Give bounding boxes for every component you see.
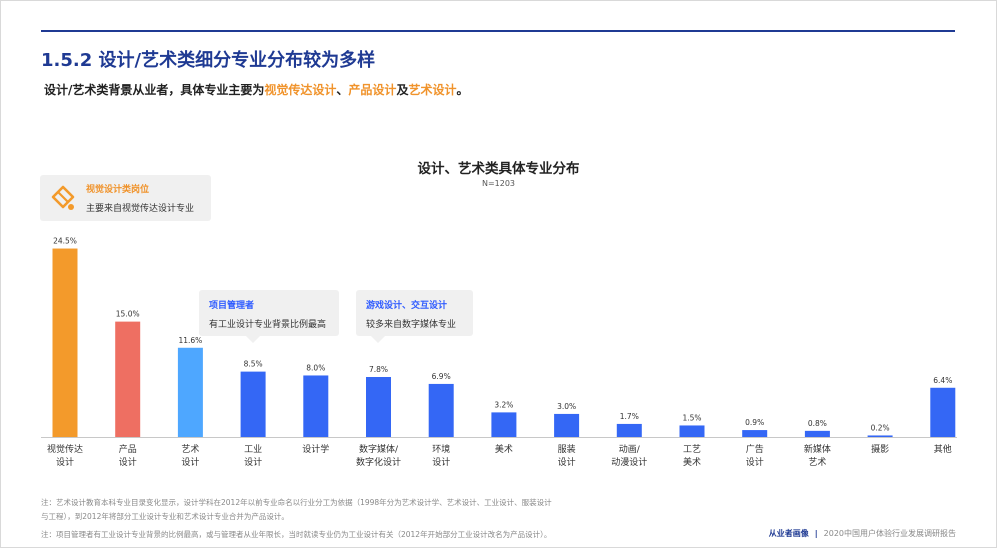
category-label: 美术 <box>495 443 513 455</box>
category-label: 环境 <box>432 443 450 455</box>
category-label: 新媒体 <box>804 443 831 455</box>
callout-text: 较多来自数字媒体专业 <box>366 320 457 330</box>
bar-value-label: 8.0% <box>306 363 325 372</box>
callout-tail <box>371 336 385 343</box>
category-label: 动画/ <box>619 444 641 455</box>
category-label: 艺术 <box>808 456 826 468</box>
callout-tail <box>246 336 260 343</box>
bar <box>616 423 642 437</box>
category-label: 服装 <box>558 443 576 455</box>
footer-section: 从业者画像 <box>768 529 809 538</box>
bar <box>115 321 141 437</box>
bar <box>491 412 517 437</box>
callout-title: 视觉设计类岗位 <box>86 185 150 195</box>
category-label: 产品 <box>119 443 137 455</box>
bar-value-label: 1.5% <box>682 413 701 422</box>
footer-report: 2020中国用户体验行业发展调研报告 <box>823 529 956 538</box>
bar-chart: 24.5%视觉传达设计15.0%产品设计11.6%艺术设计8.5%工业设计8.0… <box>41 237 957 468</box>
callout-text: 主要来自视觉传达设计专业 <box>86 204 195 214</box>
bar-value-label: 15.0% <box>116 310 140 319</box>
category-label: 工业 <box>244 444 262 455</box>
footnote-1-line-2: 与工程），到2012年将部分工业设计专业和艺术设计专业合并为产品设计。 <box>41 512 289 521</box>
category-label: 设计 <box>746 456 764 468</box>
category-label: 工艺 <box>683 444 701 455</box>
bar <box>177 347 203 437</box>
callout-title: 游戏设计、交互设计 <box>366 301 448 311</box>
footer-separator: | <box>814 529 818 538</box>
category-label: 视觉传达 <box>47 443 83 455</box>
bar <box>930 387 956 437</box>
category-label: 设计 <box>432 456 450 468</box>
category-label: 数字化设计 <box>356 456 401 468</box>
category-label: 摄影 <box>871 443 889 455</box>
category-label: 设计 <box>558 456 576 468</box>
design-pen-icon <box>51 185 75 210</box>
callout-visual-design: 视觉设计类岗位 主要来自视觉传达设计专业 <box>40 175 211 221</box>
bar <box>366 377 391 437</box>
category-label: 设计 <box>244 456 262 468</box>
category-label: 设计学 <box>302 443 329 455</box>
bar-value-label: 11.6% <box>178 336 202 345</box>
bar-value-label: 24.5% <box>53 237 77 246</box>
bar <box>303 375 329 437</box>
bar <box>240 371 266 437</box>
bar <box>52 248 78 437</box>
bar-value-label: 1.7% <box>620 412 639 421</box>
bar-value-label: 3.0% <box>557 402 576 411</box>
bar-value-label: 6.9% <box>432 372 451 381</box>
callout-title: 项目管理者 <box>209 301 255 311</box>
bar <box>428 383 454 437</box>
bar-value-label: 0.8% <box>808 419 827 428</box>
callout-project-manager: 项目管理者 有工业设计专业背景比例最高 <box>199 290 339 343</box>
bar <box>679 425 705 437</box>
bar-value-label: 8.5% <box>244 360 263 369</box>
footer: 从业者画像 | 2020中国用户体验行业发展调研报告 <box>769 528 956 539</box>
callout-game-interaction: 游戏设计、交互设计 较多来自数字媒体专业 <box>356 290 473 343</box>
bar-value-label: 0.9% <box>745 418 764 427</box>
bar-value-label: 6.4% <box>933 376 952 385</box>
bar <box>867 435 893 437</box>
bar-value-label: 3.2% <box>494 400 513 409</box>
category-label: 数字媒体/ <box>359 443 399 455</box>
category-label: 设计 <box>181 456 199 468</box>
footnote-1-line-1: 注：艺术设计教育本科专业目录变化显示，设计学科在2012年以前专业命名以行业分工… <box>41 498 552 507</box>
bar <box>742 430 768 437</box>
category-label: 其他 <box>934 443 952 455</box>
category-label: 广告 <box>746 443 764 455</box>
category-label: 设计 <box>119 456 137 468</box>
category-label: 美术 <box>683 456 701 468</box>
category-label: 艺术 <box>181 443 199 455</box>
category-label: 设计 <box>56 456 74 468</box>
footnote-2: 注：项目管理者有工业设计专业背景的比例最高，或与管理者从业年限长，当时就读专业仍… <box>41 530 552 539</box>
bar-value-label: 0.2% <box>871 423 890 432</box>
category-label: 动漫设计 <box>611 456 647 468</box>
callout-text: 有工业设计专业背景比例最高 <box>209 320 327 330</box>
bar <box>554 413 580 437</box>
bar <box>804 430 830 437</box>
bar-value-label: 7.8% <box>369 365 388 374</box>
